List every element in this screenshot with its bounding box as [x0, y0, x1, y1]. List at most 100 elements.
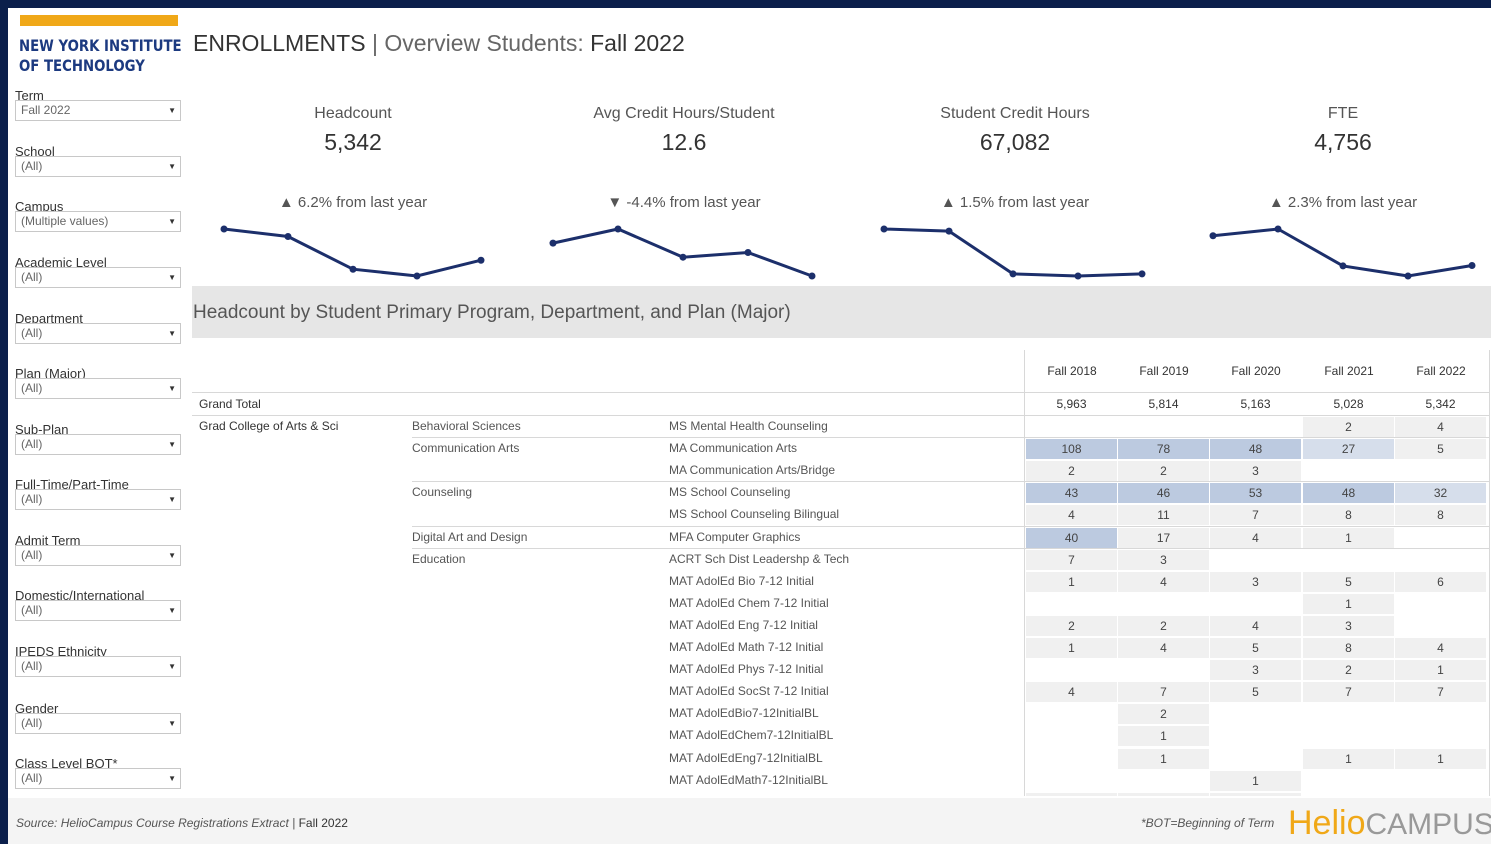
sparkline-point[interactable]	[549, 239, 557, 247]
table-cell[interactable]: 78	[1118, 439, 1209, 460]
table-cell[interactable]: 43	[1026, 483, 1117, 504]
table-cell[interactable]: 1	[1026, 571, 1117, 592]
plan-label[interactable]: MAT AdolEd Math 7-12 Initial	[669, 637, 823, 657]
table-cell[interactable]	[1026, 771, 1117, 791]
table-cell[interactable]	[1303, 550, 1394, 570]
table-cell[interactable]: 1	[1303, 593, 1394, 614]
sparkline-point[interactable]	[614, 225, 622, 233]
table-cell[interactable]: 7	[1118, 682, 1209, 703]
table-cell[interactable]: 7	[1210, 505, 1301, 526]
table-cell[interactable]	[1026, 594, 1117, 614]
table-cell[interactable]	[1026, 726, 1117, 746]
plan-label[interactable]: MAT AdolEdMath7-12InitialBL	[669, 770, 828, 790]
table-cell[interactable]: 1	[1303, 748, 1394, 769]
table-cell[interactable]	[1210, 594, 1301, 614]
sparkline-point[interactable]	[1404, 272, 1412, 280]
table-cell[interactable]	[1118, 417, 1209, 437]
table-cell[interactable]: 2	[1026, 615, 1117, 636]
table-cell[interactable]: 1	[1118, 748, 1209, 769]
table-cell[interactable]	[1210, 550, 1301, 570]
sparkline-point[interactable]	[744, 249, 752, 256]
table-cell[interactable]: 1	[1210, 792, 1301, 796]
table-cell[interactable]: 48	[1303, 483, 1394, 504]
table-cell[interactable]: 4	[1210, 527, 1301, 548]
table-cell[interactable]: 3	[1210, 660, 1301, 681]
table-cell[interactable]	[1395, 461, 1486, 481]
table-cell[interactable]: 53	[1210, 483, 1301, 504]
plan-label[interactable]: MA Communication Arts	[669, 438, 797, 458]
table-cell[interactable]: 4	[1118, 638, 1209, 658]
sparkline-point[interactable]	[1009, 270, 1017, 278]
table-cell[interactable]: 2	[1303, 660, 1394, 681]
plan-label[interactable]: MS Adolescence Educ/Math	[669, 792, 819, 796]
table-cell[interactable]: 1	[1026, 638, 1117, 658]
sparkline-point[interactable]	[808, 272, 816, 280]
table-cell[interactable]: 1	[1210, 770, 1301, 791]
table-cell[interactable]: 4	[1118, 571, 1209, 592]
table-cell[interactable]	[1395, 550, 1486, 570]
filter-dropdown-full-time-part-time[interactable]: (All) ▼	[15, 489, 181, 510]
filter-dropdown-gender[interactable]: (All) ▼	[15, 713, 181, 734]
table-cell[interactable]: 4	[1026, 505, 1117, 526]
table-cell[interactable]: 4	[1395, 638, 1486, 658]
sparkline-point[interactable]	[1339, 262, 1347, 270]
table-cell[interactable]	[1210, 704, 1301, 724]
table-cell[interactable]	[1303, 726, 1394, 746]
table-cell[interactable]: 2	[1118, 461, 1209, 482]
table-cell[interactable]: 5	[1210, 638, 1301, 658]
filter-dropdown-admit-term[interactable]: (All) ▼	[15, 545, 181, 566]
table-cell[interactable]	[1118, 660, 1209, 680]
table-cell[interactable]	[1303, 704, 1394, 724]
table-cell[interactable]: 108	[1026, 439, 1117, 460]
plan-label[interactable]: MAT AdolEd SocSt 7-12 Initial	[669, 681, 829, 701]
table-cell[interactable]: 2	[1303, 417, 1394, 437]
table-cell[interactable]: 1	[1395, 660, 1486, 681]
table-cell[interactable]	[1026, 417, 1117, 437]
table-cell[interactable]: 1	[1395, 748, 1486, 769]
table-cell[interactable]	[1118, 771, 1209, 791]
sparkline-point[interactable]	[945, 227, 953, 235]
plan-label[interactable]: MS School Counseling	[669, 482, 790, 502]
headcount-table[interactable]: Fall 2018 Fall 2019 Fall 2020 Fall 2021 Fall…	[192, 338, 1491, 796]
table-cell[interactable]: 17	[1118, 527, 1209, 548]
plan-label[interactable]: ACRT Sch Dist Leadershp & Tech	[669, 549, 849, 569]
table-cell[interactable]	[1395, 793, 1486, 796]
table-cell[interactable]: 5	[1210, 682, 1301, 703]
table-cell[interactable]: 2	[1026, 792, 1117, 796]
filter-dropdown-department[interactable]: (All) ▼	[15, 323, 181, 344]
sparkline-point[interactable]	[284, 232, 292, 240]
table-cell[interactable]: 40	[1026, 527, 1117, 548]
sparkline-point[interactable]	[1274, 225, 1282, 233]
chevron-down-icon[interactable]: ▼	[168, 769, 176, 788]
sparkline-point[interactable]	[1209, 232, 1217, 240]
plan-label[interactable]: MAT AdolEd Phys 7-12 Initial	[669, 659, 823, 679]
table-cell[interactable]: 3	[1210, 461, 1301, 482]
table-cell[interactable]: 2	[1026, 461, 1117, 482]
table-cell[interactable]: 3	[1303, 615, 1394, 636]
table-cell[interactable]	[1395, 704, 1486, 724]
table-cell[interactable]: 5	[1395, 439, 1486, 460]
plan-label[interactable]: MAT AdolEdChem7-12InitialBL	[669, 725, 833, 745]
plan-label[interactable]: MAT AdolEd Bio 7-12 Initial	[669, 571, 814, 591]
table-cell[interactable]	[1210, 726, 1301, 746]
chevron-down-icon[interactable]: ▼	[168, 657, 176, 676]
sparkline-point[interactable]	[220, 225, 228, 233]
chevron-down-icon[interactable]: ▼	[168, 601, 176, 620]
chevron-down-icon[interactable]: ▼	[168, 546, 176, 565]
table-cell[interactable]: 1	[1303, 527, 1394, 548]
table-cell[interactable]	[1026, 660, 1117, 680]
sparkline-point[interactable]	[1138, 270, 1146, 278]
table-cell[interactable]	[1118, 594, 1209, 614]
table-cell[interactable]	[1210, 417, 1301, 437]
sparkline-point[interactable]	[880, 225, 888, 233]
sparkline-point[interactable]	[1074, 272, 1082, 280]
table-cell[interactable]: 3	[1118, 549, 1209, 570]
sparkline-point[interactable]	[349, 265, 357, 273]
table-cell[interactable]	[1303, 793, 1394, 796]
table-cell[interactable]: 8	[1395, 505, 1486, 526]
table-cell[interactable]: 8	[1303, 505, 1394, 526]
table-cell[interactable]: 7	[1026, 549, 1117, 570]
table-cell[interactable]: 27	[1303, 439, 1394, 460]
filter-dropdown-plan-major[interactable]: (All) ▼	[15, 378, 181, 399]
table-cell[interactable]	[1303, 461, 1394, 481]
